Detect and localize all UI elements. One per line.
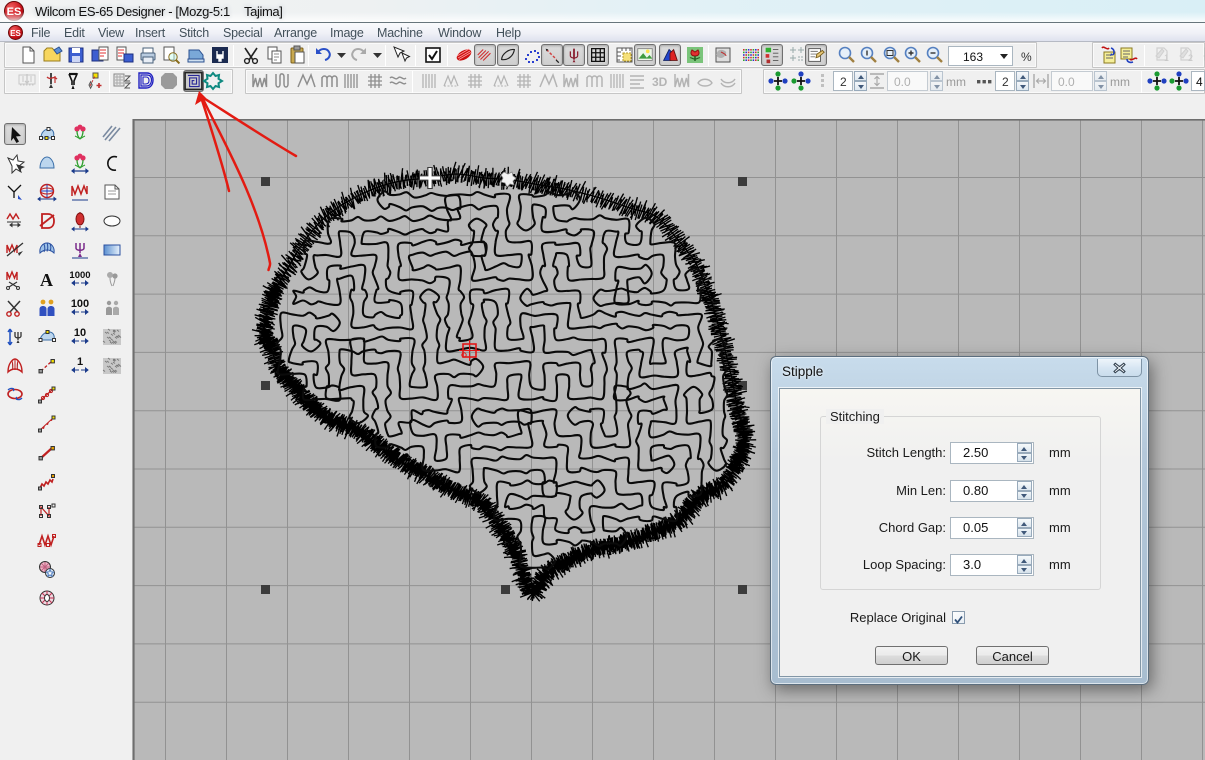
svg-text:1: 1 bbox=[77, 356, 83, 368]
svg-text:3D: 3D bbox=[652, 75, 668, 89]
svg-text:10: 10 bbox=[74, 327, 86, 339]
svg-text:1000: 1000 bbox=[69, 270, 90, 281]
svg-text:2: 2 bbox=[1188, 53, 1193, 63]
svg-text:100: 100 bbox=[71, 298, 89, 310]
svg-text:1: 1 bbox=[1164, 53, 1169, 63]
svg-text:A: A bbox=[40, 270, 53, 290]
